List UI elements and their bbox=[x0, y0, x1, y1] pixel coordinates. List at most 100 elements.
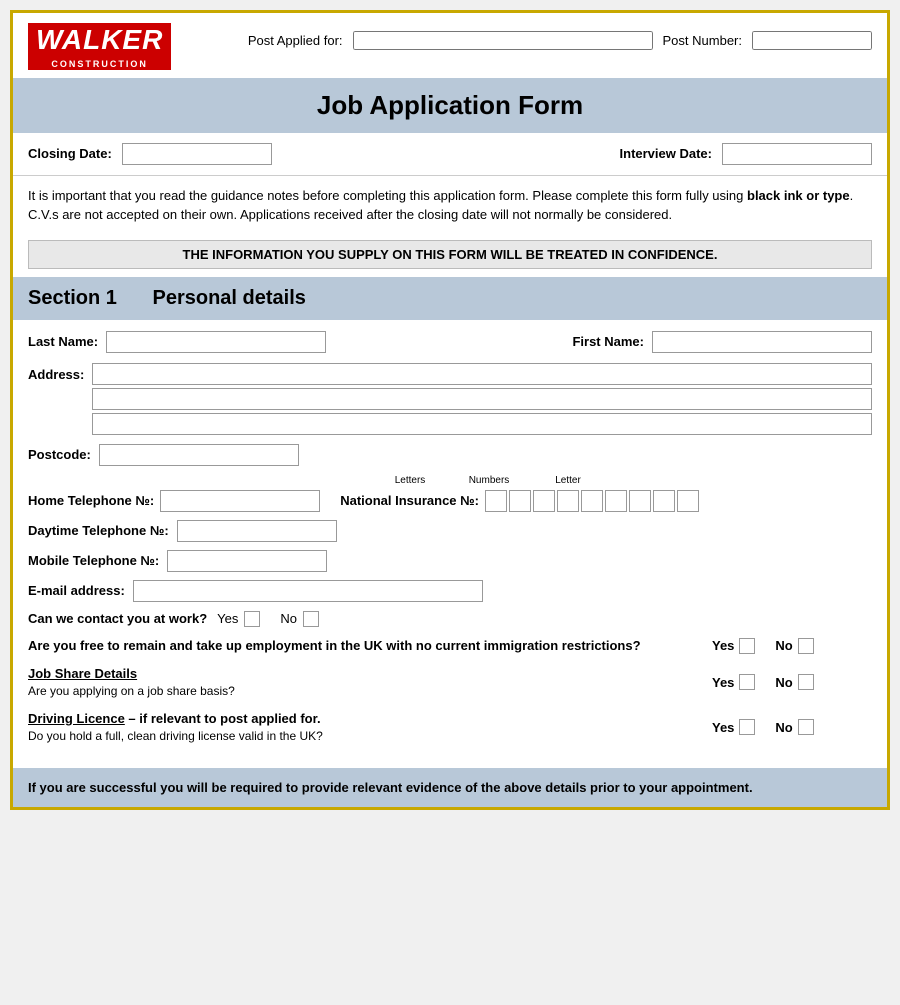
email-label: E-mail address: bbox=[28, 583, 125, 598]
logo-construction: CONSTRUCTION bbox=[28, 58, 171, 70]
interview-date-label: Interview Date: bbox=[620, 146, 712, 161]
post-applied-input[interactable] bbox=[353, 31, 653, 50]
address-line2-input[interactable] bbox=[92, 388, 872, 410]
daytime-tel-input[interactable] bbox=[177, 520, 337, 542]
driving-no-item: No bbox=[775, 719, 813, 735]
free-to-work-row: Are you free to remain and take up emplo… bbox=[28, 632, 872, 660]
driving-licence-sub: Do you hold a full, clean driving licens… bbox=[28, 728, 702, 745]
driving-licence-question-block: Driving Licence – if relevant to post ap… bbox=[28, 710, 712, 745]
form-body: Last Name: First Name: Address: Postcode… bbox=[13, 320, 887, 760]
no-label-job: No bbox=[775, 675, 792, 690]
contact-no-checkbox[interactable] bbox=[303, 611, 319, 627]
postcode-input[interactable] bbox=[99, 444, 299, 466]
address-row: Address: bbox=[28, 359, 872, 439]
ni-column-headers: Letters Numbers Letter bbox=[388, 475, 590, 488]
mobile-tel-label: Mobile Telephone №: bbox=[28, 553, 159, 568]
confidence-text: THE INFORMATION YOU SUPPLY ON THIS FORM … bbox=[183, 247, 718, 262]
job-share-title-block: Job Share Details bbox=[28, 665, 702, 683]
footer-text: If you are successful you will be requir… bbox=[28, 778, 872, 798]
ni-numbers-col-label: Numbers bbox=[434, 475, 544, 486]
job-share-yes-checkbox[interactable] bbox=[739, 674, 755, 690]
section1-title: Section 1 Personal details bbox=[28, 287, 872, 310]
job-share-yes-item: Yes bbox=[712, 674, 755, 690]
ni-box-3[interactable] bbox=[533, 490, 555, 512]
address-line1-input[interactable] bbox=[92, 363, 872, 385]
driving-yes-checkbox[interactable] bbox=[739, 719, 755, 735]
email-input[interactable] bbox=[133, 580, 483, 602]
interview-date-input[interactable] bbox=[722, 143, 872, 165]
last-name-label: Last Name: bbox=[28, 334, 98, 349]
postcode-row: Postcode: bbox=[28, 439, 872, 471]
dates-row: Closing Date: Interview Date: bbox=[13, 133, 887, 176]
closing-date-input[interactable] bbox=[122, 143, 272, 165]
ni-box-8[interactable] bbox=[653, 490, 675, 512]
daytime-tel-label: Daytime Telephone №: bbox=[28, 523, 169, 538]
driving-yes-item: Yes bbox=[712, 719, 755, 735]
contact-work-row: Can we contact you at work? Yes No bbox=[28, 606, 872, 632]
logo-walker: WALKER bbox=[28, 23, 171, 58]
no-group: No bbox=[280, 611, 319, 627]
ni-box-5[interactable] bbox=[581, 490, 603, 512]
ni-letters-col-label: Letters bbox=[388, 475, 432, 486]
info-paragraph: It is important that you read the guidan… bbox=[28, 186, 872, 225]
driving-licence-yes-no: Yes No bbox=[712, 719, 872, 735]
job-share-title: Job Share Details bbox=[28, 666, 137, 681]
free-to-work-yes-item: Yes bbox=[712, 638, 755, 654]
yes-label-free: Yes bbox=[712, 638, 734, 653]
email-row: E-mail address: bbox=[28, 576, 872, 606]
tel-ni-block: Letters Numbers Letter Home Telephone №:… bbox=[28, 471, 872, 516]
last-name-input[interactable] bbox=[106, 331, 326, 353]
job-share-yes-no: Yes No bbox=[712, 674, 872, 690]
ni-letter-col-label: Letter bbox=[546, 475, 590, 486]
post-number-input[interactable] bbox=[752, 31, 872, 50]
free-to-work-no-item: No bbox=[775, 638, 813, 654]
ni-box-7[interactable] bbox=[629, 490, 651, 512]
post-number-label: Post Number: bbox=[663, 33, 742, 48]
ni-box-6[interactable] bbox=[605, 490, 627, 512]
section1-header: Section 1 Personal details bbox=[13, 277, 887, 320]
driving-licence-row: Driving Licence – if relevant to post ap… bbox=[28, 705, 872, 750]
footer-text-bold: If you are successful you will be requir… bbox=[28, 780, 753, 795]
confidence-bar: THE INFORMATION YOU SUPPLY ON THIS FORM … bbox=[28, 240, 872, 269]
contact-yes-checkbox[interactable] bbox=[244, 611, 260, 627]
first-name-input[interactable] bbox=[652, 331, 872, 353]
no-label-driving: No bbox=[775, 720, 792, 735]
job-share-no-checkbox[interactable] bbox=[798, 674, 814, 690]
application-form: WALKER CONSTRUCTION Post Applied for: Po… bbox=[10, 10, 890, 810]
header-section: WALKER CONSTRUCTION Post Applied for: Po… bbox=[13, 13, 887, 78]
ni-box-4[interactable] bbox=[557, 490, 579, 512]
driving-licence-suffix: – if relevant to post applied for. bbox=[125, 711, 321, 726]
yes-group: Yes bbox=[217, 611, 260, 627]
ni-label: National Insurance №: bbox=[340, 493, 479, 508]
info-text-block: It is important that you read the guidan… bbox=[13, 176, 887, 235]
ni-box-2[interactable] bbox=[509, 490, 531, 512]
address-label: Address: bbox=[28, 367, 84, 382]
post-applied-label: Post Applied for: bbox=[248, 33, 343, 48]
daytime-tel-row: Daytime Telephone №: bbox=[28, 516, 872, 546]
form-title: Job Application Form bbox=[28, 90, 872, 121]
job-share-question-block: Job Share Details Are you applying on a … bbox=[28, 665, 712, 700]
ni-row: National Insurance №: bbox=[340, 490, 699, 512]
driving-licence-title-row: Driving Licence – if relevant to post ap… bbox=[28, 710, 702, 728]
free-to-work-no-checkbox[interactable] bbox=[798, 638, 814, 654]
name-row: Last Name: First Name: bbox=[28, 325, 872, 359]
ni-box-1[interactable] bbox=[485, 490, 507, 512]
ni-box-9[interactable] bbox=[677, 490, 699, 512]
home-tel-ni-row: Home Telephone №: National Insurance №: bbox=[28, 490, 872, 512]
home-tel-input[interactable] bbox=[160, 490, 320, 512]
yes-label-contact: Yes bbox=[217, 611, 238, 626]
mobile-tel-row: Mobile Telephone №: bbox=[28, 546, 872, 576]
postcode-label: Postcode: bbox=[28, 447, 91, 462]
free-to-work-yes-no: Yes No bbox=[712, 638, 872, 654]
no-label-free: No bbox=[775, 638, 792, 653]
job-share-row: Job Share Details Are you applying on a … bbox=[28, 660, 872, 705]
mobile-tel-input[interactable] bbox=[167, 550, 327, 572]
ni-header-row: Letters Numbers Letter bbox=[28, 475, 872, 490]
no-label-contact: No bbox=[280, 611, 297, 626]
address-line3-input[interactable] bbox=[92, 413, 872, 435]
free-to-work-yes-checkbox[interactable] bbox=[739, 638, 755, 654]
logo-area: WALKER CONSTRUCTION bbox=[28, 23, 171, 70]
driving-no-checkbox[interactable] bbox=[798, 719, 814, 735]
driving-licence-title: Driving Licence bbox=[28, 711, 125, 726]
ni-labels-row: Letters Numbers Letter bbox=[388, 475, 590, 486]
